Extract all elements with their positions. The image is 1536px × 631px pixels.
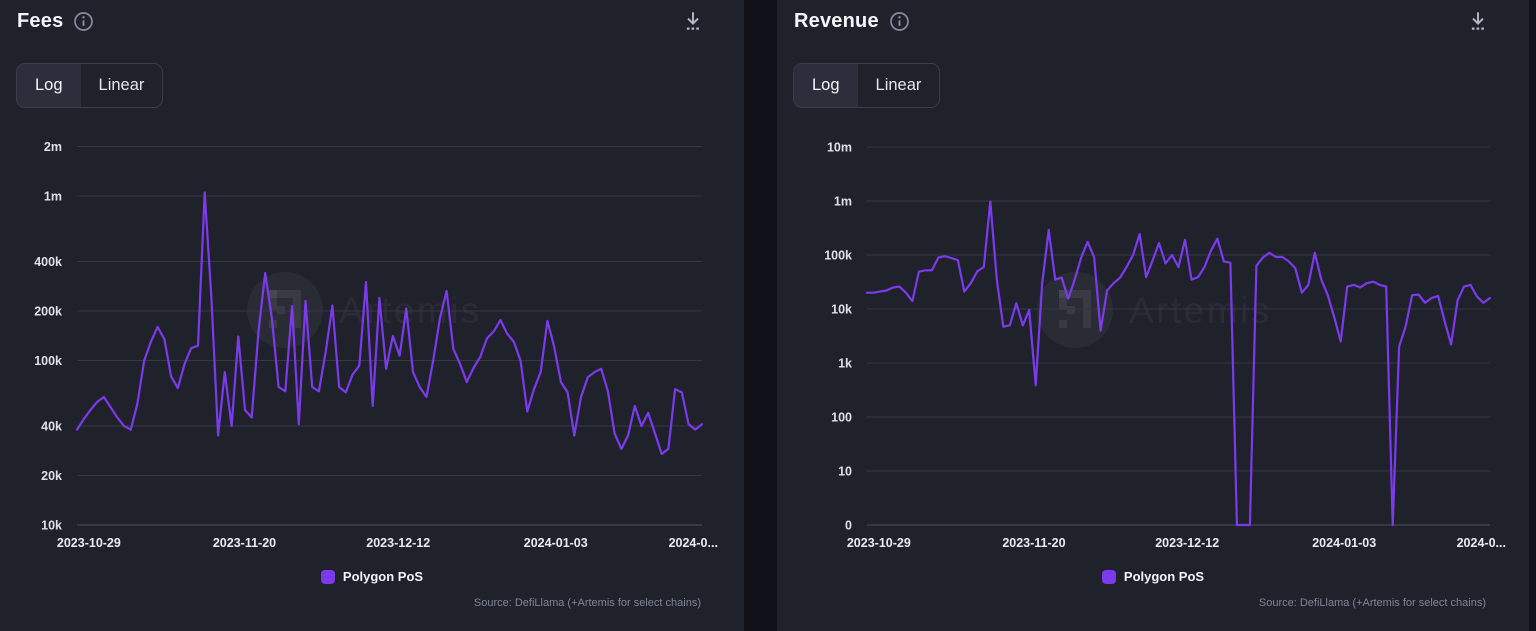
linear-button[interactable]: Linear: [81, 64, 163, 107]
svg-text:10m: 10m: [827, 141, 852, 155]
fees-header: Fees: [17, 9, 704, 33]
svg-text:2024-0...: 2024-0...: [669, 536, 718, 550]
svg-text:100: 100: [831, 411, 852, 425]
svg-text:0: 0: [845, 519, 852, 533]
page-title: Revenue: [794, 10, 879, 33]
svg-text:2023-11-20: 2023-11-20: [213, 536, 276, 550]
legend-label: Polygon PoS: [343, 569, 423, 584]
download-icon: [1467, 9, 1489, 33]
svg-text:2m: 2m: [44, 140, 62, 154]
log-button[interactable]: Log: [17, 64, 81, 107]
svg-text:2023-11-20: 2023-11-20: [1002, 536, 1065, 550]
log-button[interactable]: Log: [794, 64, 858, 107]
scale-toggle: Log Linear: [793, 63, 940, 108]
svg-text:2023-10-29: 2023-10-29: [57, 536, 121, 550]
svg-text:Artemis: Artemis: [1129, 290, 1272, 331]
svg-text:100k: 100k: [34, 354, 62, 368]
download-button[interactable]: [682, 9, 704, 33]
svg-text:2023-12-12: 2023-12-12: [366, 536, 430, 550]
svg-text:2023-10-29: 2023-10-29: [847, 536, 911, 550]
legend[interactable]: Polygon PoS: [777, 569, 1529, 584]
svg-text:2023-12-12: 2023-12-12: [1155, 536, 1219, 550]
revenue-panel: Revenue Log Linear Artemis 10m 1m 100k 10k 1k…: [777, 0, 1529, 631]
page-title: Fees: [17, 10, 63, 33]
svg-text:400k: 400k: [34, 255, 62, 269]
legend-label: Polygon PoS: [1124, 569, 1204, 584]
legend-swatch: [321, 570, 335, 584]
download-button[interactable]: [1467, 9, 1489, 33]
info-icon[interactable]: [73, 11, 94, 32]
source-attribution: Source: DefiLlama (+Artemis for select c…: [474, 597, 701, 609]
svg-text:1k: 1k: [838, 357, 852, 371]
scale-toggle: Log Linear: [16, 63, 163, 108]
svg-text:1m: 1m: [44, 190, 62, 204]
svg-text:10k: 10k: [831, 303, 852, 317]
info-icon[interactable]: [889, 11, 910, 32]
svg-text:100k: 100k: [824, 249, 852, 263]
legend-swatch: [1102, 570, 1116, 584]
svg-text:10: 10: [838, 465, 852, 479]
fees-panel: Fees Log Linear Artemis2m1m400k200k100k4…: [0, 0, 744, 631]
revenue-header: Revenue: [794, 9, 1489, 33]
source-attribution: Source: DefiLlama (+Artemis for select c…: [1259, 597, 1486, 609]
svg-text:2024-01-03: 2024-01-03: [524, 536, 588, 550]
svg-text:200k: 200k: [34, 304, 62, 318]
download-icon: [682, 9, 704, 33]
svg-text:10k: 10k: [41, 519, 62, 533]
svg-text:1m: 1m: [834, 195, 852, 209]
svg-text:2024-01-03: 2024-01-03: [1312, 536, 1376, 550]
svg-text:2024-0...: 2024-0...: [1457, 536, 1506, 550]
legend[interactable]: Polygon PoS: [0, 569, 744, 584]
svg-text:40k: 40k: [41, 419, 62, 433]
linear-button[interactable]: Linear: [858, 64, 940, 107]
svg-text:20k: 20k: [41, 469, 62, 483]
